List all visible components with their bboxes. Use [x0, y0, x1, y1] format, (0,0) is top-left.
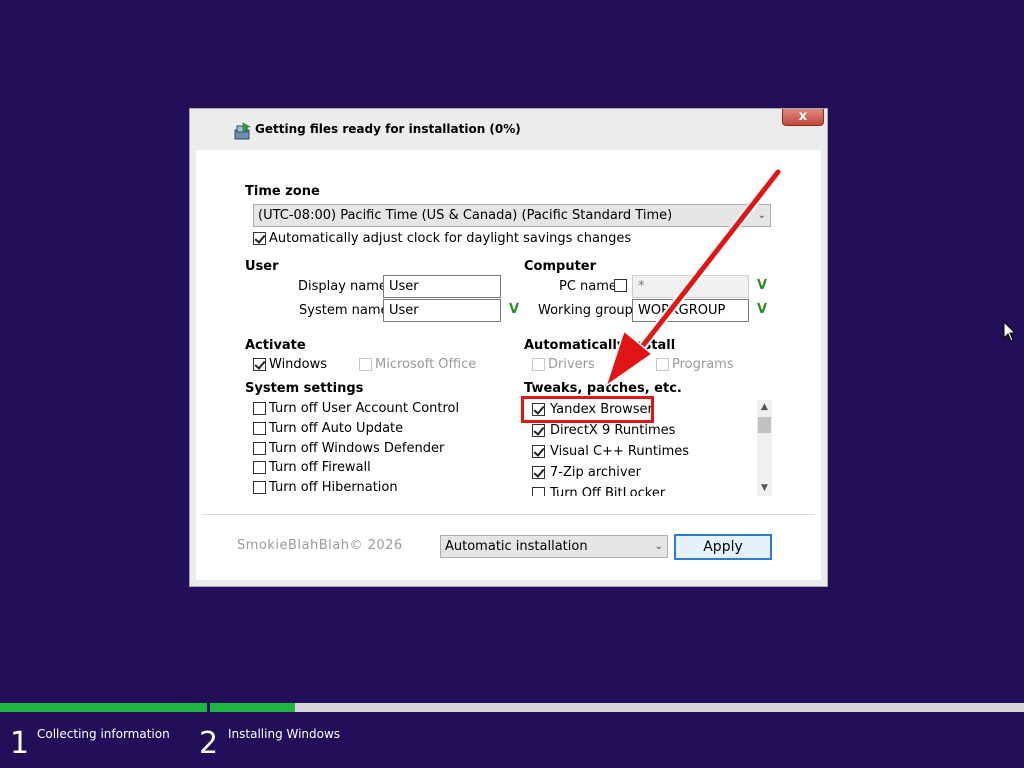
install-mode-select[interactable]: Automatic installation ⌄: [440, 535, 668, 558]
system-name-label: System name: [299, 303, 389, 318]
step2-progress-fill: [210, 703, 295, 712]
pc-name-field[interactable]: *: [632, 275, 749, 298]
close-button[interactable]: x: [782, 109, 824, 126]
working-group-label: Working group: [538, 303, 633, 318]
checkbox[interactable]: [532, 466, 545, 479]
computer-header: Computer: [524, 259, 597, 274]
item-label: 7-Zip archiver: [550, 465, 641, 480]
programs-checkbox[interactable]: [656, 358, 669, 371]
system-settings-header: System settings: [245, 381, 364, 396]
item-label: Turn off Hibernation: [269, 480, 398, 495]
tweaks-header: Tweaks, patches, etc.: [524, 381, 682, 396]
drivers-label: Drivers: [548, 357, 595, 372]
windows-checkbox[interactable]: [253, 358, 266, 371]
pc-name-checkbox[interactable]: [614, 279, 627, 292]
dialog-titlebar: Getting files ready for installation (0%…: [190, 109, 827, 149]
settings-panel: Time zone (UTC-08:00) Pacific Time (US &…: [196, 150, 821, 580]
system-name-field[interactable]: User: [383, 299, 501, 322]
setup-dialog: Getting files ready for installation (0%…: [189, 108, 828, 587]
step-number: 2: [199, 726, 219, 761]
dialog-title: Getting files ready for installation (0%…: [255, 122, 521, 136]
step1-progress-fill: [0, 703, 207, 712]
item-label: Turn off Windows Defender: [269, 441, 445, 456]
scroll-thumb[interactable]: [758, 417, 771, 433]
item-label: Turn off Firewall: [269, 460, 371, 475]
checkbox[interactable]: [253, 402, 266, 415]
chevron-down-icon: ⌄: [654, 541, 663, 552]
checkbox[interactable]: [253, 481, 266, 494]
mouse-cursor-icon: [1003, 321, 1017, 342]
step-label: Installing Windows: [228, 727, 341, 741]
office-label: Microsoft Office: [375, 357, 477, 372]
step-label: Collecting information: [37, 727, 170, 741]
item-label: Turn off Auto Update: [269, 421, 404, 436]
item-label: Turn Off BitLocker: [550, 486, 666, 496]
scroll-down-icon[interactable]: ▼: [757, 481, 772, 496]
drivers-checkbox[interactable]: [532, 358, 545, 371]
copyright-text: SmokieBlahBlah© 2026: [237, 538, 403, 553]
setup-icon: [234, 122, 252, 140]
checkbox[interactable]: [532, 445, 545, 458]
tweaks-scrollbar[interactable]: ▲ ▼: [757, 400, 772, 496]
apply-button[interactable]: Apply: [674, 534, 772, 560]
display-name-field[interactable]: User: [383, 275, 501, 298]
scroll-up-icon[interactable]: ▲: [757, 400, 772, 415]
checkbox[interactable]: [532, 424, 545, 437]
user-header: User: [245, 259, 279, 274]
timezone-header: Time zone: [245, 184, 320, 199]
item-label: DirectX 9 Runtimes: [550, 423, 676, 438]
working-group-valid-mark: V: [757, 302, 768, 317]
office-checkbox[interactable]: [359, 358, 372, 371]
checkbox[interactable]: [253, 422, 266, 435]
display-name-label: Display name: [298, 279, 387, 294]
checkbox[interactable]: [253, 461, 266, 474]
activate-header: Activate: [245, 338, 306, 353]
pc-name-label: PC name: [559, 279, 617, 294]
daylight-checkbox[interactable]: [253, 232, 266, 245]
auto-install-header: Automatically install: [524, 338, 676, 353]
highlight-box: [521, 396, 654, 423]
item-label: Visual C++ Runtimes: [550, 444, 690, 459]
working-group-field[interactable]: WORKGROUP: [632, 299, 749, 322]
system-name-valid-mark: V: [509, 302, 520, 317]
daylight-label: Automatically adjust clock for daylight …: [269, 231, 632, 246]
windows-label: Windows: [269, 357, 328, 372]
chevron-down-icon: ⌄: [757, 210, 766, 221]
checkbox[interactable]: [253, 442, 266, 455]
programs-label: Programs: [672, 357, 734, 372]
item-label: Turn off User Account Control: [269, 401, 460, 416]
timezone-select[interactable]: (UTC-08:00) Pacific Time (US & Canada) (…: [253, 204, 771, 227]
footer-divider: [202, 514, 815, 515]
install-mode-value: Automatic installation: [445, 539, 588, 554]
checkbox[interactable]: [532, 487, 545, 496]
pc-name-valid-mark: V: [757, 278, 768, 293]
step-number: 1: [10, 726, 30, 761]
timezone-value: (UTC-08:00) Pacific Time (US & Canada) (…: [258, 208, 673, 223]
